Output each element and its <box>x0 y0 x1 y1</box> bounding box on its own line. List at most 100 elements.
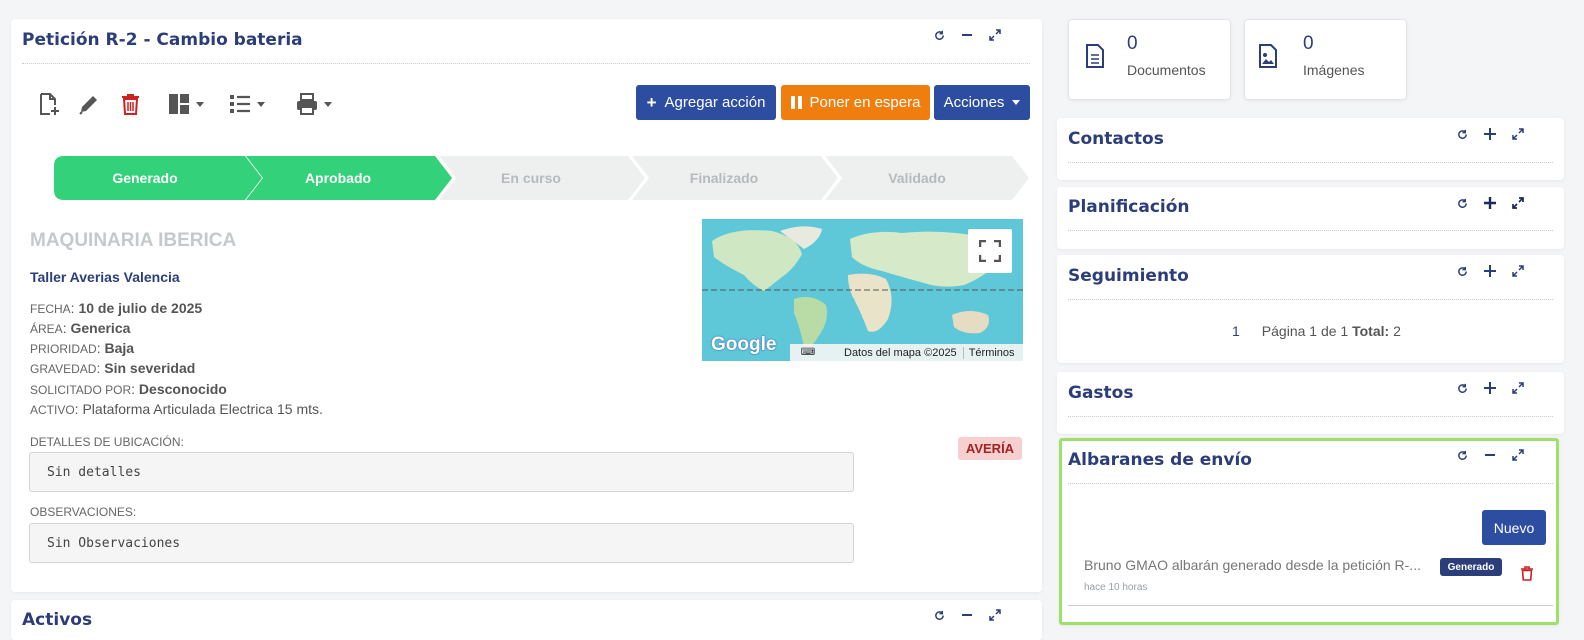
step-validado: Validado <box>888 170 946 186</box>
refresh-icon[interactable] <box>1455 127 1469 141</box>
location-details-field[interactable]: Sin detalles <box>29 452 854 492</box>
plus-icon: + <box>646 92 657 112</box>
contacts-divider <box>1068 162 1553 163</box>
observations-label: OBSERVACIONES: <box>30 505 137 519</box>
delivery-note-text: Bruno GMAO albarán generado desde la pet… <box>1084 557 1421 573</box>
type-badge: AVERÍA <box>958 437 1022 460</box>
expand-icon[interactable] <box>1511 448 1525 462</box>
detail-activo: Activo: Plataforma Articulada Electrica … <box>30 401 323 417</box>
step-finalizado: Finalizado <box>689 170 759 186</box>
trash-icon[interactable] <box>1521 566 1533 581</box>
documents-count: 0 <box>1127 33 1138 54</box>
list-button[interactable] <box>229 94 265 114</box>
detail-solicitado: Solicitado por: Desconocido <box>30 381 227 397</box>
detail-area: Área: Generica <box>30 320 131 336</box>
refresh-icon[interactable] <box>1455 264 1469 278</box>
delivery-note-item[interactable]: Bruno GMAO albarán generado desde la pet… <box>1068 552 1553 606</box>
map-terms-link[interactable]: Términos <box>964 347 1020 359</box>
expenses-title: Gastos <box>1068 383 1134 403</box>
planning-title: Planificación <box>1068 197 1190 217</box>
expand-icon[interactable] <box>988 608 1002 622</box>
layout-button[interactable] <box>168 93 204 115</box>
minimize-icon[interactable] <box>1483 448 1497 462</box>
add-action-button[interactable]: + Agregar acción <box>636 85 776 120</box>
step-en-curso: En curso <box>501 170 561 186</box>
minimize-icon[interactable] <box>960 28 974 42</box>
status-badge: Generado <box>1440 558 1502 576</box>
delivery-notes-divider <box>1068 483 1553 484</box>
observations-field[interactable]: Sin Observaciones <box>29 523 854 563</box>
step-aprobado: Aprobado <box>304 170 372 186</box>
add-icon[interactable] <box>1483 196 1497 210</box>
print-button[interactable] <box>296 93 332 115</box>
images-card[interactable]: 0 Imágenes <box>1244 19 1407 100</box>
expand-icon[interactable] <box>1511 264 1525 278</box>
chevron-down-icon <box>1012 100 1021 105</box>
assets-panel <box>11 600 1042 640</box>
images-count: 0 <box>1303 33 1314 54</box>
refresh-icon[interactable] <box>1455 196 1469 210</box>
planning-controls <box>1455 196 1525 210</box>
page-title: Petición R-2 - Cambio bateria <box>22 30 303 50</box>
tracking-divider <box>1068 299 1553 300</box>
pager-page-number[interactable]: 1 <box>1232 323 1240 339</box>
actions-dropdown-button[interactable]: Acciones <box>934 85 1030 120</box>
tracking-controls <box>1455 264 1525 278</box>
add-icon[interactable] <box>1483 127 1497 141</box>
pencil-icon <box>79 96 97 115</box>
refresh-icon[interactable] <box>932 608 946 622</box>
expenses-divider <box>1068 416 1553 417</box>
delivery-notes-controls <box>1455 448 1525 462</box>
list-icon <box>230 95 250 113</box>
workshop-link[interactable]: Taller Averias Valencia <box>30 269 180 285</box>
add-icon[interactable] <box>1483 381 1497 395</box>
contacts-title: Contactos <box>1068 129 1164 149</box>
document-icon <box>1086 44 1104 68</box>
layout-icon <box>169 94 189 114</box>
edit-button[interactable] <box>78 93 100 115</box>
image-file-icon <box>1259 44 1277 68</box>
new-document-icon <box>40 93 59 115</box>
chevron-down-icon <box>324 101 332 107</box>
delivery-note-time: hace 10 horas <box>1084 582 1148 593</box>
delivery-notes-title: Albaranes de envío <box>1068 450 1252 470</box>
google-logo: Google <box>711 334 777 355</box>
map-attribution: Datos del mapa ©2025 <box>826 346 964 359</box>
contacts-controls <box>1455 127 1525 141</box>
chevron-down-icon <box>196 101 204 107</box>
pager-info: Página 1 de 1 Total: 2 <box>1261 323 1401 339</box>
new-document-button[interactable] <box>38 92 60 116</box>
expand-icon[interactable] <box>988 28 1002 42</box>
delete-button[interactable] <box>121 93 140 115</box>
step-generado: Generado <box>112 170 178 186</box>
refresh-icon[interactable] <box>1455 381 1469 395</box>
documents-label: Documentos <box>1127 62 1206 78</box>
trash-icon <box>122 94 139 115</box>
assets-title: Activos <box>22 610 93 630</box>
documents-card[interactable]: 0 Documentos <box>1068 19 1231 100</box>
pause-icon <box>790 96 802 109</box>
detail-fecha: Fecha: 10 de julio de 2025 <box>30 300 203 316</box>
expand-icon[interactable] <box>1511 196 1525 210</box>
title-divider <box>22 63 1030 64</box>
location-map[interactable]: Google ⌨ Datos del mapa ©2025 Términos <box>702 219 1023 361</box>
company-name: MAQUINARIA IBERICA <box>30 230 237 251</box>
expand-icon[interactable] <box>1511 381 1525 395</box>
expand-icon[interactable] <box>1511 127 1525 141</box>
printer-icon <box>297 93 317 115</box>
new-delivery-note-button[interactable]: Nuevo <box>1482 510 1546 545</box>
put-on-hold-button[interactable]: Poner en espera <box>781 85 930 120</box>
chevron-down-icon <box>257 101 265 107</box>
minimize-icon[interactable] <box>960 608 974 622</box>
detail-gravedad: Gravedad: Sin severidad <box>30 360 196 376</box>
map-footer: ⌨ Datos del mapa ©2025 Términos <box>790 344 1023 361</box>
detail-prioridad: Prioridad: Baja <box>30 340 135 356</box>
images-label: Imágenes <box>1303 62 1365 78</box>
refresh-icon[interactable] <box>1455 448 1469 462</box>
add-icon[interactable] <box>1483 264 1497 278</box>
assets-panel-controls <box>932 608 1002 622</box>
planning-divider <box>1068 230 1553 231</box>
refresh-icon[interactable] <box>932 28 946 42</box>
map-fullscreen-button[interactable] <box>968 229 1012 273</box>
keyboard-icon[interactable]: ⌨ <box>790 347 826 358</box>
